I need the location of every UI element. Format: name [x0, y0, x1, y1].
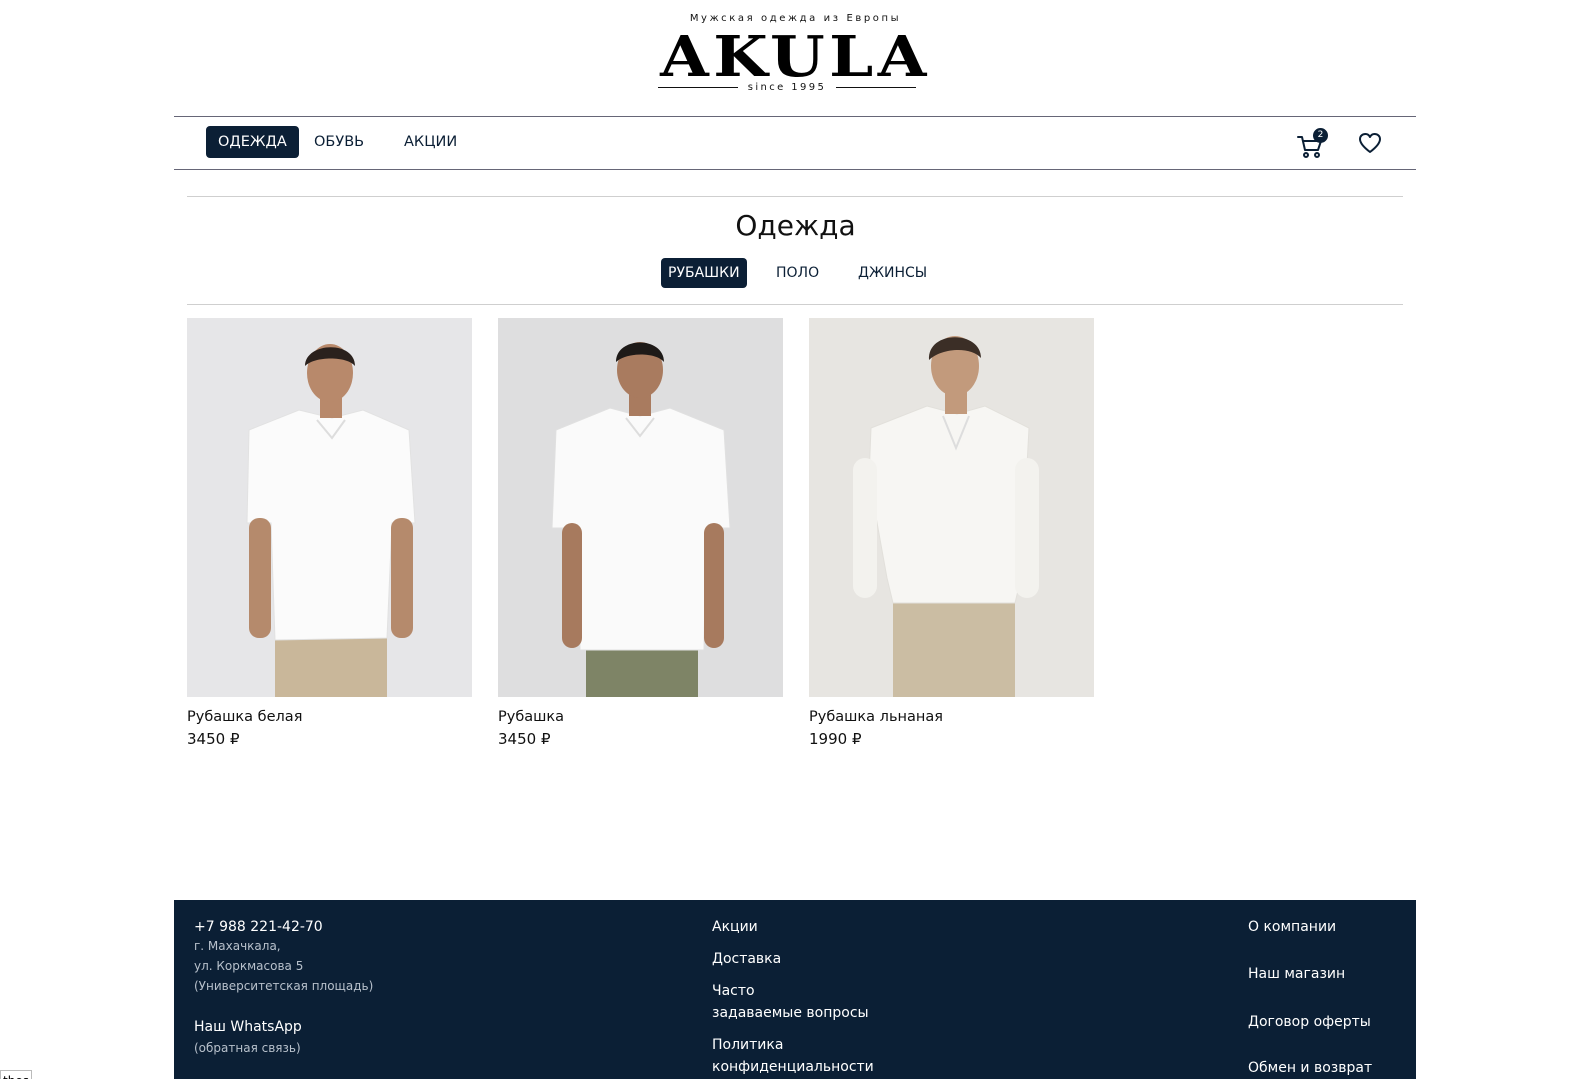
- product-price: 1990 ₽: [809, 730, 862, 748]
- footer-link-privacy-line2[interactable]: конфиденциальности: [712, 1056, 874, 1078]
- product-image[interactable]: [498, 318, 783, 697]
- footer-link-faq-line2[interactable]: задаваемые вопросы: [712, 1002, 869, 1024]
- site-footer: +7 988 221-42-70 г. Махачкала, ул. Коркм…: [174, 900, 1416, 1079]
- logo-tagline: Мужская одежда из Европы: [689, 13, 902, 24]
- footer-link-faq[interactable]: Часто: [712, 980, 755, 1002]
- logo-since-row: since 1995: [658, 80, 917, 94]
- footer-whatsapp-note: (обратная связь): [194, 1041, 301, 1055]
- product-name[interactable]: Рубашка льнаная: [809, 709, 1094, 725]
- product-card[interactable]: Рубашка белая 3450 ₽: [187, 318, 472, 748]
- product-card[interactable]: Рубашка льнаная 1990 ₽: [809, 318, 1094, 748]
- main-nav: ОДЕЖДА ОБУВЬ АКЦИИ 2: [174, 116, 1416, 170]
- product-price: 3450 ₽: [498, 730, 551, 748]
- product-photo-shirt-linen: [809, 318, 1094, 697]
- footer-link-about[interactable]: О компании: [1248, 916, 1336, 938]
- nav-item-shoes[interactable]: ОБУВЬ: [302, 126, 376, 158]
- product-name[interactable]: Рубашка белая: [187, 709, 472, 725]
- section-divider-top: [187, 196, 1403, 197]
- subtab-jeans[interactable]: ДЖИНСЫ: [851, 258, 934, 288]
- heart-icon: [1359, 133, 1381, 153]
- status-tooltip: thes: [0, 1070, 32, 1079]
- product-name[interactable]: Рубашка: [498, 709, 783, 725]
- footer-link-offer[interactable]: Договор оферты: [1248, 1011, 1371, 1033]
- footer-landmark: (Университетская площадь): [194, 979, 374, 993]
- product-card[interactable]: Рубашка 3450 ₽: [498, 318, 783, 748]
- section-divider-bottom: [187, 304, 1403, 305]
- favorites-button[interactable]: [1357, 130, 1385, 158]
- subtab-shirts[interactable]: РУБАШКИ: [661, 258, 747, 288]
- cart-count-badge: 2: [1313, 128, 1328, 143]
- product-image[interactable]: [187, 318, 472, 697]
- nav-item-clothing[interactable]: ОДЕЖДА: [206, 126, 299, 158]
- subtab-polo[interactable]: ПОЛО: [769, 258, 826, 288]
- footer-street: ул. Коркмасова 5: [194, 959, 304, 973]
- logo-since: since 1995: [747, 81, 827, 93]
- footer-phone[interactable]: +7 988 221-42-70: [194, 916, 323, 938]
- footer-city: г. Махачкала,: [194, 939, 281, 953]
- cart-button[interactable]: 2: [1295, 128, 1329, 162]
- footer-whatsapp[interactable]: Наш WhatsApp: [194, 1016, 302, 1038]
- footer-link-store[interactable]: Наш магазин: [1248, 963, 1345, 985]
- footer-link-returns[interactable]: Обмен и возврат: [1248, 1057, 1372, 1079]
- product-photo-shirt-white: [187, 318, 472, 697]
- product-image[interactable]: [809, 318, 1094, 697]
- footer-link-sales[interactable]: Акции: [712, 916, 758, 938]
- page-title: Одежда: [735, 209, 856, 242]
- logo-divider-right: [836, 86, 917, 88]
- product-price: 3450 ₽: [187, 730, 240, 748]
- site-logo[interactable]: Мужская одежда из Европы AKULA since 199…: [0, 0, 1591, 110]
- nav-item-sales[interactable]: АКЦИИ: [392, 126, 469, 158]
- product-photo-shirt: [498, 318, 783, 697]
- footer-link-privacy[interactable]: Политика: [712, 1034, 783, 1056]
- logo-divider-left: [658, 86, 738, 88]
- footer-link-delivery[interactable]: Доставка: [712, 948, 781, 970]
